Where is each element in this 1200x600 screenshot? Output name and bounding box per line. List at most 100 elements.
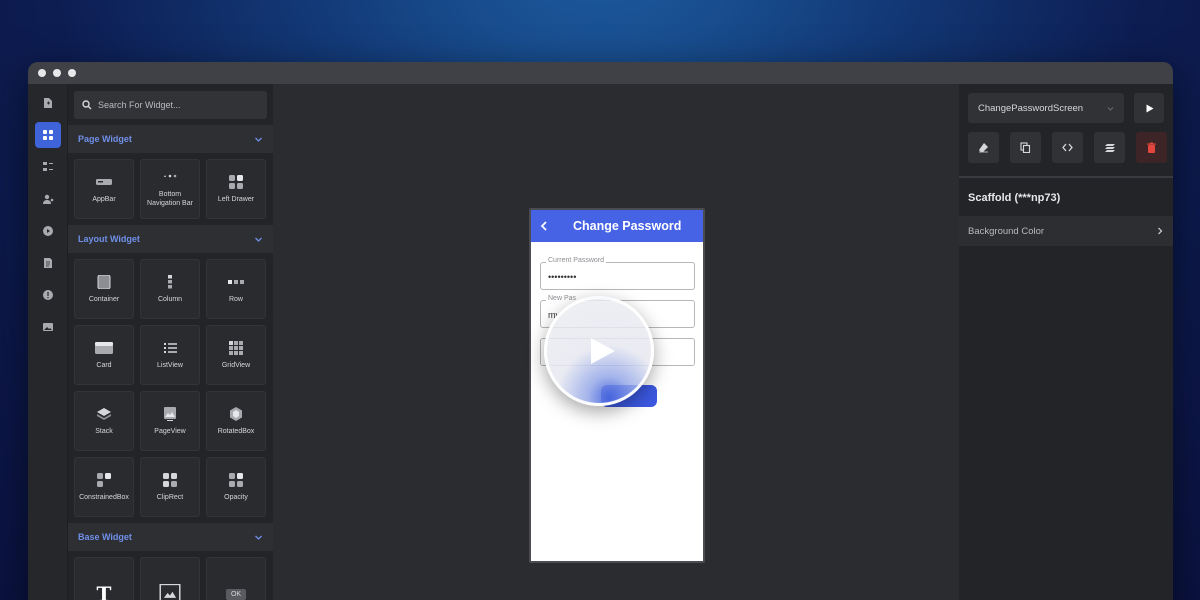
info-icon <box>42 290 53 300</box>
minimize-dot[interactable] <box>53 69 61 77</box>
listview-icon <box>164 342 177 353</box>
close-dot[interactable] <box>38 69 46 77</box>
widget-tile-row[interactable]: Row <box>206 259 266 319</box>
icon-rail <box>28 84 68 600</box>
chevron-down-icon <box>255 137 262 142</box>
rotatedbox-icon <box>230 406 242 421</box>
rail-item-assets[interactable] <box>35 314 61 340</box>
property-label: Background Color <box>968 225 1045 237</box>
widget-tile-appbar[interactable]: AppBar <box>74 159 134 219</box>
field-value: ••••••••• <box>548 272 577 282</box>
search-placeholder: Search For Widget... <box>98 100 181 110</box>
widget-tile-image[interactable] <box>140 557 200 600</box>
cliprect-icon <box>163 472 177 487</box>
delete-button[interactable] <box>1136 132 1167 163</box>
chevron-down-icon <box>1107 106 1114 111</box>
align-icon <box>1105 144 1115 152</box>
phone-appbar[interactable]: Change Password <box>531 210 703 242</box>
row-icon <box>228 279 244 284</box>
clear-button[interactable] <box>968 132 999 163</box>
image-frame-icon <box>159 584 181 600</box>
section-page-widget[interactable]: Page Widget <box>68 125 273 153</box>
widget-tile-button[interactable]: OK <box>206 557 266 600</box>
maximize-dot[interactable] <box>68 69 76 77</box>
card-icon <box>95 341 113 354</box>
widget-tile-left-drawer[interactable]: Left Drawer <box>206 159 266 219</box>
play-icon <box>591 338 615 364</box>
widget-search-input[interactable]: Search For Widget... <box>74 91 267 119</box>
run-button[interactable] <box>1134 93 1164 123</box>
widget-tile-pageview[interactable]: PageView <box>140 391 200 451</box>
widget-panel: Search For Widget... Page Widget AppBar … <box>68 84 273 600</box>
widget-tile-text[interactable]: T <box>74 557 134 600</box>
left-drawer-icon <box>229 174 243 189</box>
selected-widget-title: Scaffold (***np73) <box>968 192 1061 204</box>
screen-select-value: ChangePasswordScreen <box>978 102 1084 114</box>
widget-tile-listview[interactable]: ListView <box>140 325 200 385</box>
design-canvas[interactable]: Change Password Current Password •••••••… <box>273 84 959 600</box>
constrainedbox-icon <box>97 472 111 487</box>
widget-label: Bottom Navigation Bar <box>147 191 193 207</box>
widget-tile-gridview[interactable]: GridView <box>206 325 266 385</box>
layers-icon <box>42 162 53 171</box>
widget-tile-cliprect[interactable]: ClipRect <box>140 457 200 517</box>
widget-label: RotatedBox <box>217 427 255 435</box>
eraser-icon <box>979 143 988 153</box>
widget-label: Left Drawer <box>217 195 255 203</box>
rail-item-docs[interactable] <box>35 250 61 276</box>
widget-label: GridView <box>221 361 251 369</box>
bottom-nav-icon <box>164 174 177 178</box>
widget-label: AppBar <box>92 195 116 203</box>
ok-button-icon: OK <box>225 588 247 600</box>
widget-tile-bottom-navigation-bar[interactable]: Bottom Navigation Bar <box>140 159 200 219</box>
play-circle-icon <box>42 226 53 236</box>
panel-divider <box>959 176 1173 178</box>
widget-tile-constrainedbox[interactable]: ConstrainedBox <box>74 457 134 517</box>
current-password-field[interactable]: Current Password ••••••••• <box>540 257 695 290</box>
section-title: Layout Widget <box>78 234 140 244</box>
rail-item-widgets[interactable] <box>34 122 61 148</box>
view-code-button[interactable] <box>1052 132 1083 163</box>
widget-tile-opacity[interactable]: Opacity <box>206 457 266 517</box>
section-base-widget[interactable]: Base Widget <box>68 523 273 551</box>
back-arrow-icon[interactable] <box>539 221 549 231</box>
rail-item-layers[interactable] <box>35 154 61 180</box>
widget-label: PageView <box>154 427 186 435</box>
screen-select[interactable]: ChangePasswordScreen <box>968 93 1124 123</box>
window-titlebar <box>28 62 1173 84</box>
section-layout-widget[interactable]: Layout Widget <box>68 225 273 253</box>
widget-tile-column[interactable]: Column <box>140 259 200 319</box>
opacity-icon <box>229 472 243 487</box>
rail-item-preview[interactable] <box>35 218 61 244</box>
document-icon <box>43 258 52 268</box>
play-icon <box>1146 104 1153 112</box>
field-legend: Current Password <box>546 257 607 264</box>
copy-icon <box>1020 142 1031 153</box>
copy-button[interactable] <box>1010 132 1041 163</box>
widget-label: Column <box>157 295 183 303</box>
user-settings-icon <box>42 194 53 204</box>
widget-label: Row <box>228 295 243 303</box>
column-icon <box>168 274 172 288</box>
chevron-down-icon <box>255 237 262 242</box>
rail-item-info[interactable] <box>35 282 61 308</box>
pageview-icon <box>164 406 176 421</box>
rail-item-pages[interactable] <box>35 90 61 116</box>
search-icon <box>82 100 92 110</box>
properties-panel: ChangePasswordScreen Scaffold (***np73) … <box>959 84 1173 600</box>
widget-tile-stack[interactable]: Stack <box>74 391 134 451</box>
property-background-color[interactable]: Background Color <box>959 216 1173 246</box>
format-button[interactable] <box>1094 132 1125 163</box>
appbar-icon <box>96 178 112 185</box>
widget-tile-rotatedbox[interactable]: RotatedBox <box>206 391 266 451</box>
chevron-down-icon <box>255 535 262 540</box>
widget-label: ConstrainedBox <box>79 493 129 501</box>
image-icon <box>42 323 53 331</box>
rail-item-users[interactable] <box>35 186 61 212</box>
text-glyph-icon: T <box>96 582 112 600</box>
widget-tile-container[interactable]: Container <box>74 259 134 319</box>
gridview-icon <box>229 340 243 355</box>
widget-tile-card[interactable]: Card <box>74 325 134 385</box>
stack-icon <box>97 407 111 420</box>
video-play-button[interactable] <box>544 296 654 406</box>
